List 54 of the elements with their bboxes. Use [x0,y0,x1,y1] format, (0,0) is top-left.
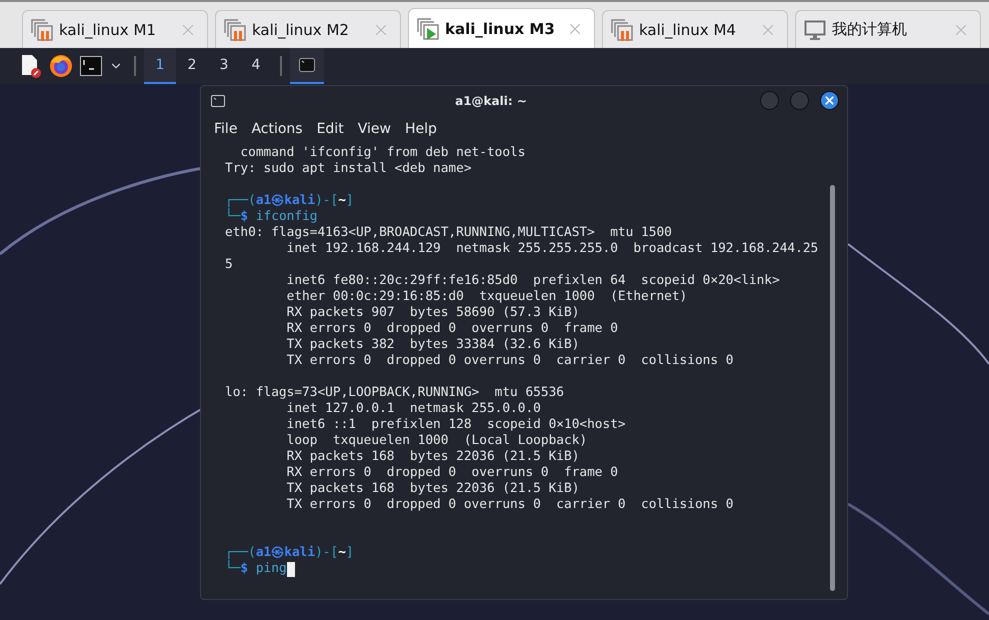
output-line: inet6 ::1 prefixlen 128 scopeid 0×10<host> [286,417,626,433]
window-title: a1@kali: ~ [454,94,528,108]
output-line: TX errors 0 dropped 0 overruns 0 carrier 0 collisions 0 [286,353,734,369]
output-line: eth0: flags=4163<UP,BROADCAST,RUNNING,MULTICAST> mtu 1500 [225,225,672,241]
close-button[interactable] [820,91,839,110]
prompt-line: └─$ ping [225,561,287,577]
output-line: TX packets 382 bytes 33384 (32.6 KiB) [286,337,580,353]
terminal-icon[interactable] [80,56,102,76]
output-line: RX errors 0 dropped 0 overruns 0 frame 0 [286,465,618,481]
workspace-button[interactable]: 1 [144,48,176,84]
maximize-button[interactable] [790,91,809,110]
prompt-line: ┌──(a1㉿kali)-[~] [225,193,354,208]
workspace-button[interactable]: 2 [176,48,208,84]
vm-tab[interactable]: 我的计算机 [795,10,981,48]
terminal-icon [299,58,315,72]
vm-tab[interactable]: kali_linux M4 [602,10,788,48]
browser-icon[interactable] [49,54,73,78]
output-line: RX packets 168 bytes 22036 (21.5 KiB) [286,449,580,465]
output-line: inet 192.168.244.129 netmask 255.255.255.0 broadcast 192.168.244.25 [286,241,818,257]
terminal-icon [211,94,225,106]
output-line: Try: sudo apt install <deb name> [225,161,472,177]
close-icon [823,94,836,107]
output-line: TX packets 168 bytes 22036 (21.5 KiB) [286,481,580,497]
output-line: ether 00:0c:29:16:85:d0 txqueuelen 1000 (Ethernet) [286,289,688,305]
output-line: inet 127.0.0.1 netmask 255.0.0.0 [286,401,541,417]
minimize-button[interactable] [760,91,779,110]
output-line: loop txqueuelen 1000 (Local Loopback) [286,433,588,449]
terminal-task-button[interactable] [290,48,324,84]
monitor-icon [804,20,826,40]
output-line: lo: flags=73<UP,LOOPBACK,RUNNING> mtu 65536 [225,385,564,401]
output-line: 5 [225,257,233,273]
scrollbar[interactable] [830,185,835,591]
output-line: RX errors 0 dropped 0 overruns 0 frame 0 [286,321,618,337]
output-line: RX packets 907 bytes 58690 (57.3 KiB) [286,305,580,321]
workspace-button[interactable]: 3 [208,48,240,84]
menu-item[interactable]: Help [398,121,444,137]
vm-tab[interactable]: kali_linux M1 [22,10,208,48]
document-icon[interactable] [20,54,42,78]
menu-item[interactable]: File [207,121,244,137]
menu-item[interactable]: Edit [310,121,351,137]
output-line: command 'ifconfig' from deb net-tools [239,145,526,161]
menu-item[interactable]: Actions [244,121,310,137]
vm-paused-icon [31,18,53,40]
vm-tab[interactable]: kali_linux M3 [408,8,595,48]
vm-paused-icon [224,18,246,40]
prompt-line: ┌──(a1㉿kali)-[~] [225,545,354,560]
workspace-button[interactable]: 4 [240,48,272,84]
menu-item[interactable]: View [350,121,398,137]
output-line: TX errors 0 dropped 0 overruns 0 carrier 0 collisions 0 [286,497,734,513]
prompt-line: └─$ ifconfig [225,209,318,225]
vm-paused-icon [611,18,633,40]
vm-running-icon [417,18,439,40]
vm-tab[interactable]: kali_linux M2 [215,10,401,48]
output-line: inet6 fe80::20c:29ff:fe16:85d0 prefixlen 64 scopeid 0×20<link> [286,273,780,289]
